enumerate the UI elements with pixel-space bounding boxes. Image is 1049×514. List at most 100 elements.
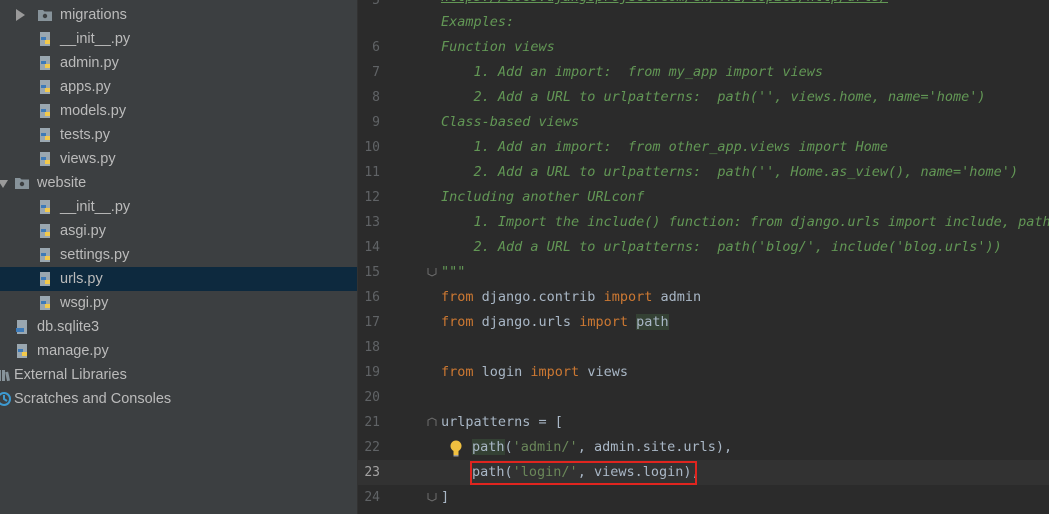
tree-item-file[interactable]: asgi.py — [0, 219, 357, 243]
code-line: Class-based views — [441, 114, 580, 130]
tree-item-label: asgi.py — [60, 223, 106, 239]
line-number: 15 — [364, 265, 380, 280]
fold-marker-icon[interactable] — [427, 492, 437, 502]
tree-item-file[interactable]: admin.py — [0, 51, 357, 75]
tree-item-file[interactable]: db.sqlite3 — [0, 315, 357, 339]
python-file-icon — [40, 80, 50, 94]
database-file-icon — [16, 320, 27, 334]
tree-item-label: __init__.py — [60, 199, 131, 215]
current-line-highlight — [358, 460, 1049, 485]
line-number: 16 — [364, 290, 380, 305]
code-editor[interactable]: https://docs.djangoproject.com/en/4.1/to… — [358, 0, 1049, 514]
folder-icon — [15, 178, 29, 189]
tree-item-website[interactable]: website — [0, 171, 357, 195]
line-number: 14 — [364, 240, 380, 255]
tree-item-label: __init__.py — [60, 31, 131, 47]
tree-item-label: wsgi.py — [60, 295, 109, 311]
code-line: from login import views — [441, 360, 628, 385]
python-file-icon — [40, 200, 50, 214]
tree-item-label: views.py — [60, 151, 116, 167]
args-token: , admin.site.urls), — [577, 439, 733, 455]
fold-marker-icon[interactable] — [427, 267, 437, 277]
line-number: 24 — [364, 490, 380, 505]
code-line: 2. Add a URL to urlpatterns: path('blog/… — [441, 239, 1002, 255]
line-number: 5 — [372, 0, 380, 8]
line-number: 12 — [364, 190, 380, 205]
line-number: 11 — [364, 165, 380, 180]
lightbulb-icon[interactable] — [449, 440, 463, 458]
expand-arrow-icon[interactable] — [16, 9, 25, 21]
name-token: admin — [652, 289, 702, 305]
tree-item-label: website — [37, 175, 87, 191]
module-token: django.contrib — [473, 289, 604, 305]
tree-item-file[interactable]: wsgi.py — [0, 291, 357, 315]
python-file-icon — [40, 248, 50, 262]
tree-item-file[interactable]: models.py — [0, 99, 357, 123]
line-number: 9 — [372, 115, 380, 130]
tree-item-file[interactable]: settings.py — [0, 243, 357, 267]
tree-item-label: External Libraries — [14, 367, 127, 383]
code-line: path('admin/', admin.site.urls), — [472, 435, 732, 460]
code-line: from django.urls import path — [441, 310, 669, 335]
tree-item-file[interactable]: __init__.py — [0, 195, 357, 219]
collapse-arrow-icon[interactable] — [0, 180, 8, 188]
code-line: 1. Import the include() function: from d… — [441, 214, 1049, 230]
python-file-icon — [40, 128, 50, 142]
scratches-icon — [0, 392, 11, 406]
tree-item-label: settings.py — [60, 247, 130, 263]
python-file-icon — [40, 56, 50, 70]
tree-item-file[interactable]: manage.py — [0, 339, 357, 363]
code-line: Examples: — [441, 14, 515, 30]
docstring-url-line: https://docs.djangoproject.com/en/4.1/to… — [441, 0, 888, 10]
code-line: urlpatterns = [ — [441, 414, 563, 430]
python-file-icon — [17, 344, 27, 358]
python-file-icon — [40, 104, 50, 118]
library-icon — [0, 370, 10, 382]
function-token: path — [472, 439, 505, 455]
project-tree-panel: migrations __init__.py admin.py apps.py … — [0, 0, 357, 514]
string-token: 'admin/' — [512, 439, 578, 455]
code-line: 2. Add a URL to urlpatterns: path('', Ho… — [441, 164, 1019, 180]
code-line: 1. Add an import: from my_app import vie… — [441, 64, 824, 80]
line-number-current: 23 — [364, 465, 380, 480]
code-line: Including another URLconf — [441, 189, 645, 205]
tree-item-label: db.sqlite3 — [37, 319, 100, 335]
tree-item-label: Scratches and Consoles — [14, 391, 172, 407]
code-line: Function views — [441, 39, 555, 55]
fold-marker-icon[interactable] — [427, 417, 437, 427]
line-number: 7 — [372, 65, 380, 80]
line-number: 21 — [364, 415, 380, 430]
keyword-token: import — [603, 289, 653, 305]
line-number: 6 — [372, 40, 380, 55]
line-number: 18 — [364, 340, 380, 355]
tree-item-label: manage.py — [37, 343, 109, 359]
tree-item-file[interactable]: __init__.py — [0, 27, 357, 51]
tree-item-file-selected[interactable]: urls.py — [0, 267, 357, 291]
tree-item-scratches[interactable]: Scratches and Consoles — [0, 387, 357, 411]
red-highlight-box — [470, 461, 697, 485]
tree-item-file[interactable]: tests.py — [0, 123, 357, 147]
code-line: 1. Add an import: from other_app.views i… — [441, 139, 889, 155]
line-number: 8 — [372, 90, 380, 105]
paren-token: ( — [504, 439, 513, 455]
keyword-token: from — [441, 314, 474, 330]
code-line: ] — [441, 489, 450, 505]
tree-item-file[interactable]: apps.py — [0, 75, 357, 99]
keyword-token: from — [441, 364, 474, 380]
tree-item-label: admin.py — [60, 55, 119, 71]
tree-item-label: tests.py — [60, 127, 110, 143]
folder-icon — [38, 10, 52, 21]
line-number: 22 — [364, 440, 380, 455]
module-token: login — [473, 364, 531, 380]
tree-item-label: apps.py — [60, 79, 111, 95]
keyword-token: import — [530, 364, 580, 380]
python-file-icon — [40, 272, 50, 286]
module-token: django.urls — [473, 314, 580, 330]
tree-item-label: migrations — [60, 7, 127, 23]
keyword-token: import — [579, 314, 628, 330]
tree-item-migrations[interactable]: migrations — [0, 3, 357, 27]
tree-item-external-libraries[interactable]: External Libraries — [0, 363, 357, 387]
line-number: 13 — [364, 215, 380, 230]
tree-item-file[interactable]: views.py — [0, 147, 357, 171]
python-file-icon — [40, 32, 50, 46]
